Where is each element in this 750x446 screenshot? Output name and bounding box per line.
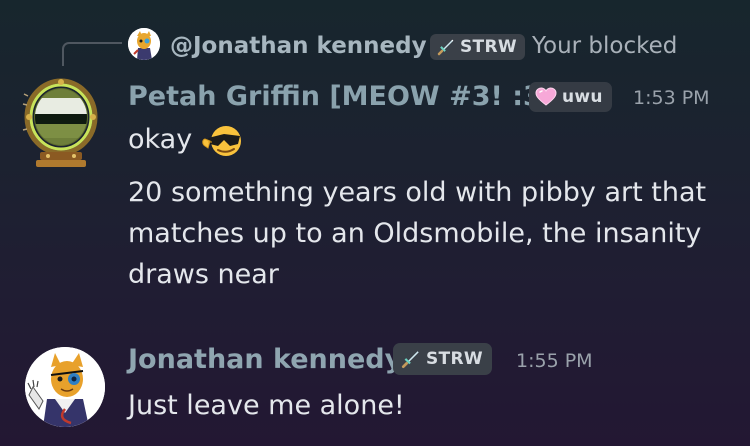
message-text: Just leave me alone! (128, 390, 405, 421)
reply-connector-line (62, 42, 122, 66)
reply-tag-label: STRW (460, 37, 517, 57)
message-content: okay (128, 120, 244, 160)
guild-tag-label: STRW (426, 349, 483, 369)
avatar-decorated[interactable] (20, 74, 98, 172)
guild-tag-label: uwu (562, 87, 603, 107)
sunglasses-emoji-icon[interactable] (202, 122, 244, 158)
reply-avatar[interactable] (128, 28, 160, 60)
sword-icon (401, 351, 419, 369)
avatar[interactable] (25, 347, 105, 427)
message-text: 20 something years old with pibby art th… (128, 177, 707, 290)
message-timestamp[interactable]: 1:53 PM (633, 83, 710, 113)
guild-tag[interactable]: STRW (393, 343, 492, 375)
message-author[interactable]: Jonathan kennedy (128, 342, 402, 378)
message-author[interactable]: Petah Griffin [MEOW #3! :3] (128, 80, 554, 114)
message-text: okay (128, 124, 193, 155)
reply-preview-text[interactable]: Your blocked (532, 30, 677, 62)
reply-username[interactable]: @Jonathan kennedy (170, 30, 427, 62)
message-timestamp[interactable]: 1:55 PM (516, 346, 593, 376)
reply-guild-tag[interactable]: STRW (430, 34, 525, 60)
pink-heart-icon (535, 87, 557, 106)
guild-tag[interactable]: uwu (529, 82, 612, 112)
sword-icon (437, 39, 454, 56)
